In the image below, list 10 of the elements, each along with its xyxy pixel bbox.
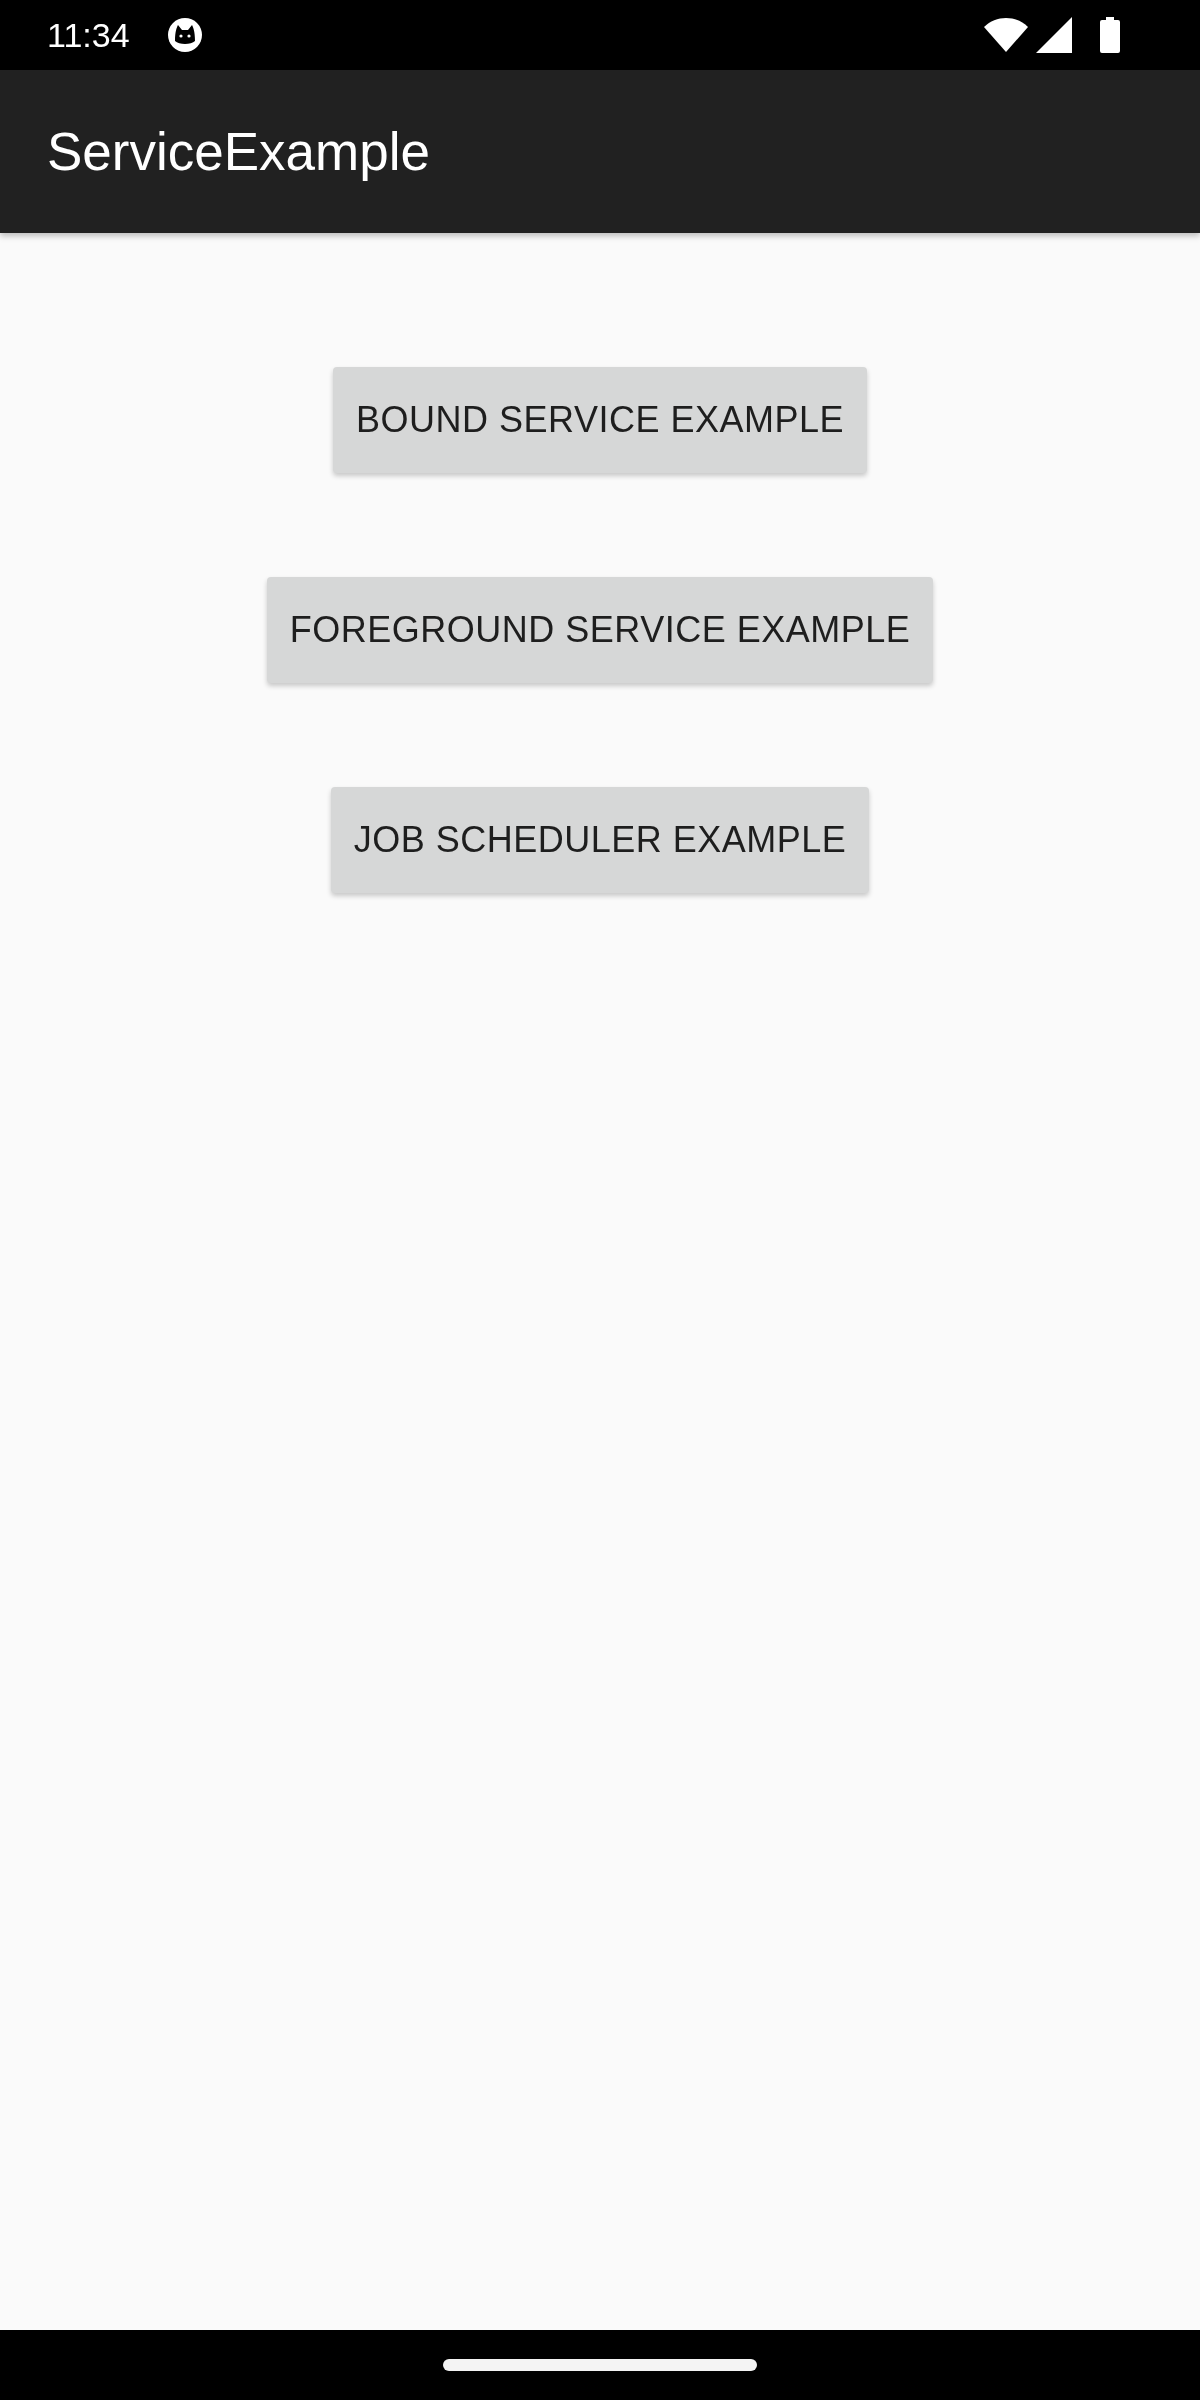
cellular-signal-icon	[1036, 17, 1072, 53]
status-time: 11:34	[47, 18, 130, 52]
home-handle[interactable]	[443, 2359, 757, 2371]
cat-face-icon	[166, 17, 203, 53]
wifi-icon	[984, 18, 1028, 52]
battery-icon	[1100, 17, 1120, 53]
action-button[interactable]: FOREGROUND SERVICE EXAMPLE	[266, 577, 934, 683]
action-button[interactable]: JOB SCHEDULER EXAMPLE	[330, 787, 870, 893]
app-title: ServiceExample	[47, 120, 430, 183]
action-button[interactable]: BOUND SERVICE EXAMPLE	[333, 367, 867, 473]
